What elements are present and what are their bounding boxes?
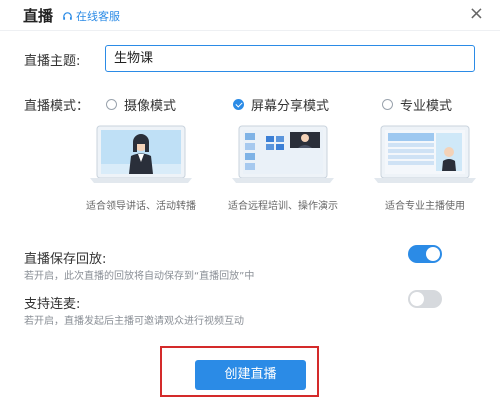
save-replay-toggle[interactable] xyxy=(408,245,442,263)
co-host-toggle[interactable] xyxy=(408,290,442,308)
mode-label: 直播模式： xyxy=(24,99,90,114)
radio-dot xyxy=(106,99,117,110)
co-host-title: 支持连麦: xyxy=(24,297,81,312)
online-support-link[interactable]: 在线客服 xyxy=(62,8,120,24)
screen-share-mode-illustration[interactable] xyxy=(230,124,336,186)
toggle-knob xyxy=(426,247,440,261)
close-icon[interactable]: × xyxy=(469,4,484,24)
camera-mode-caption: 适合领导讲话、活动转播 xyxy=(86,201,196,212)
dialog-titlebar: 直播 在线客服 × xyxy=(0,0,500,31)
co-host-description: 若开启，直播发起后主播可邀请观众进行视频互动 xyxy=(24,316,244,327)
save-replay-description: 若开启，此次直播的回放将自动保存到“直播回放”中 xyxy=(24,271,255,282)
camera-mode-label: 摄像模式 xyxy=(124,99,177,114)
radio-pro-mode[interactable]: 专业模式 xyxy=(382,95,452,114)
dialog-title: 直播 xyxy=(23,7,54,25)
screen-share-mode-label: 屏幕分享模式 xyxy=(251,99,330,114)
toggle-knob xyxy=(410,292,424,306)
highlight-box xyxy=(160,346,319,397)
radio-screen-share-mode[interactable]: 屏幕分享模式 xyxy=(233,95,329,114)
radio-dot xyxy=(382,99,393,110)
pro-mode-label: 专业模式 xyxy=(400,99,453,114)
pro-mode-caption: 适合专业主播使用 xyxy=(385,201,465,212)
camera-mode-illustration[interactable] xyxy=(88,124,194,186)
online-support-label: 在线客服 xyxy=(76,10,120,23)
pro-mode-illustration[interactable] xyxy=(372,124,478,186)
headset-icon xyxy=(63,11,72,20)
screen-share-mode-caption: 适合远程培训、操作演示 xyxy=(228,201,338,212)
topic-input[interactable]: 生物课 xyxy=(105,45,475,72)
save-replay-title: 直播保存回放: xyxy=(24,252,107,267)
radio-dot-selected xyxy=(233,99,244,110)
radio-camera-mode[interactable]: 摄像模式 xyxy=(106,95,176,114)
topic-label: 直播主题: xyxy=(24,54,81,69)
